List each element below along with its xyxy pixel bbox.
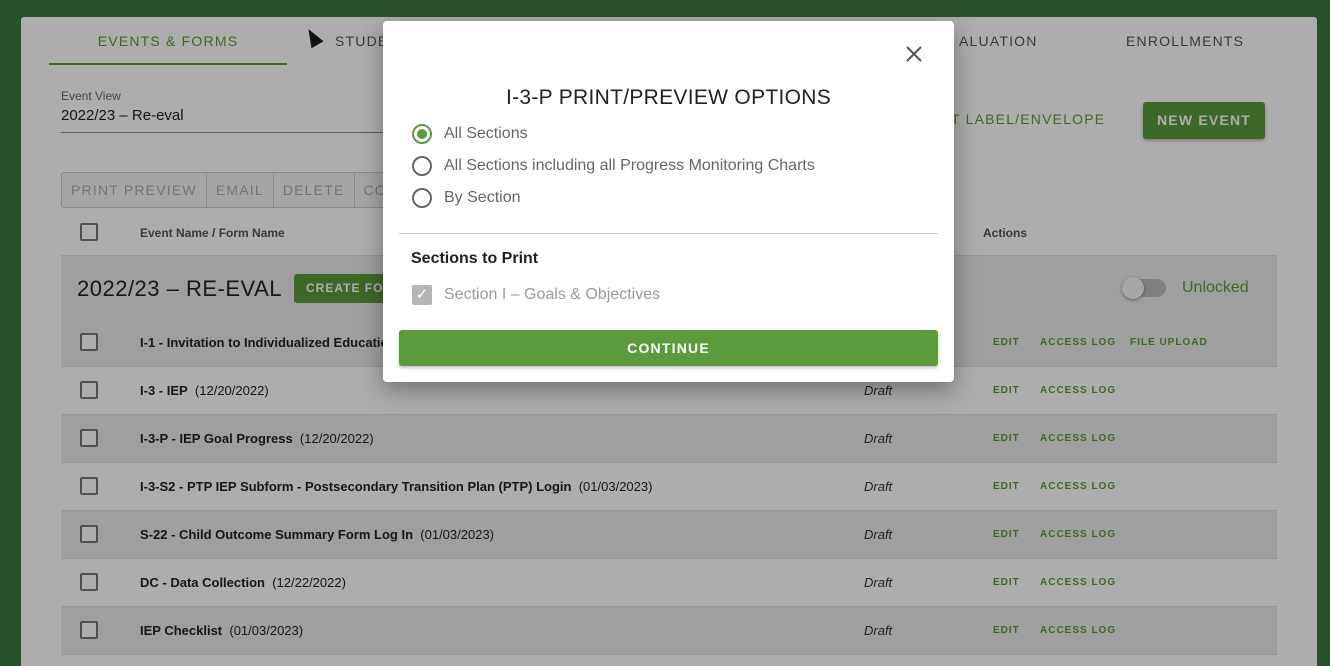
close-icon[interactable] [903, 43, 925, 65]
radio-selected-icon[interactable] [412, 124, 432, 144]
continue-button[interactable]: CONTINUE [399, 330, 938, 366]
divider [399, 233, 938, 234]
section-label: Section I – Goals & Objectives [444, 286, 661, 303]
radio-icon[interactable] [412, 188, 432, 208]
checkbox-checked-icon: ✓ [412, 285, 432, 305]
print-preview-dialog: I-3-P PRINT/PREVIEW OPTIONS All Sections… [383, 21, 954, 382]
option-all-sections-charts[interactable]: All Sections including all Progress Moni… [412, 155, 815, 177]
section-checkbox-row: ✓ Section I – Goals & Objectives [412, 285, 660, 305]
sections-to-print-label: Sections to Print [411, 250, 539, 267]
option-label: By Section [444, 189, 521, 206]
option-label: All Sections [444, 125, 528, 142]
dialog-title: I-3-P PRINT/PREVIEW OPTIONS [505, 86, 832, 109]
radio-icon[interactable] [412, 156, 432, 176]
option-by-section[interactable]: By Section [412, 187, 520, 209]
option-all-sections[interactable]: All Sections [412, 123, 528, 145]
option-label: All Sections including all Progress Moni… [444, 157, 815, 174]
